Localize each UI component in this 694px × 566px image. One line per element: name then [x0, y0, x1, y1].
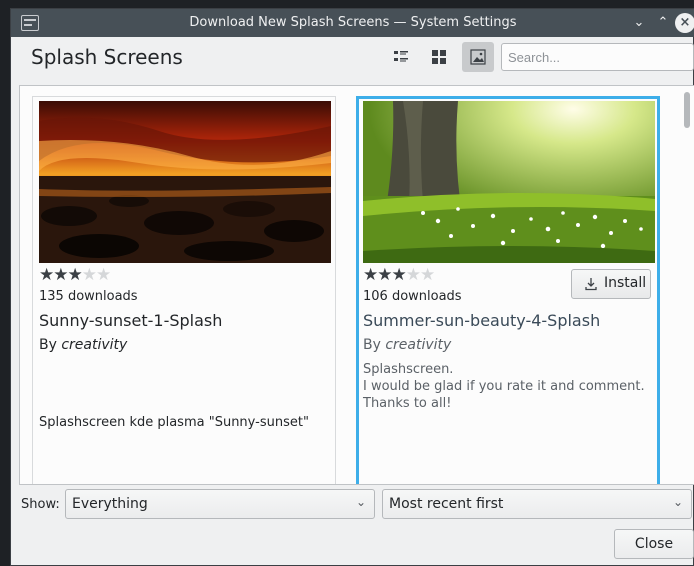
settings-window: Download New Splash Screens — System Set…	[10, 8, 694, 566]
image-preview-icon	[470, 49, 486, 65]
item-author: By creativity	[39, 337, 128, 353]
search-input[interactable]	[501, 43, 694, 71]
star-empty-icon: ★	[96, 265, 111, 285]
star-filled-icon: ★	[53, 265, 68, 285]
item-card-selected[interactable]: ★★★★★ Install 106 downloads Summer-sun-b…	[356, 96, 660, 484]
sort-dropdown[interactable]: Most recent first ⌄	[382, 489, 692, 519]
description-line: Splashscreen.	[363, 362, 454, 377]
download-count: 135 downloads	[39, 289, 138, 304]
star-empty-icon: ★	[81, 265, 97, 285]
download-icon	[585, 278, 597, 291]
description-line: Thanks to all!	[363, 396, 452, 411]
detail-list-view-button[interactable]	[385, 42, 417, 72]
star-empty-icon: ★	[420, 265, 435, 285]
preview-image[interactable]	[39, 101, 331, 263]
preview-image[interactable]	[363, 101, 655, 263]
close-button[interactable]: Close	[614, 529, 694, 559]
item-grid[interactable]: ★★★★★ 135 downloads Sunny-sunset-1-Splas…	[19, 85, 694, 485]
star-filled-icon: ★	[377, 265, 392, 285]
show-label: Show:	[21, 497, 60, 512]
star-filled-icon: ★	[391, 265, 407, 285]
star-empty-icon: ★	[405, 265, 421, 285]
image-preview-view-button[interactable]	[462, 42, 494, 72]
page-title: Splash Screens	[31, 45, 183, 69]
filter-dropdown-value: Everything	[72, 496, 148, 512]
star-filled-icon: ★	[39, 265, 54, 285]
star-rating: ★★★★★	[363, 265, 435, 285]
item-author: By creativity	[363, 337, 452, 353]
tile-grid-view-button[interactable]	[423, 42, 455, 72]
detail-list-icon	[394, 51, 408, 62]
tile-grid-icon	[432, 50, 446, 64]
download-count: 106 downloads	[363, 289, 462, 304]
install-button-label: Install	[604, 275, 647, 291]
vertical-scrollbar[interactable]	[680, 86, 694, 484]
description-line: I would be glad if you rate it and comme…	[363, 379, 645, 394]
filter-dropdown[interactable]: Everything ⌄	[65, 489, 375, 519]
item-card[interactable]: ★★★★★ 135 downloads Sunny-sunset-1-Splas…	[32, 96, 336, 484]
minimize-button[interactable]: ⌄	[629, 13, 649, 33]
item-description: Splashscreen kde plasma "Sunny-sunset"	[39, 415, 309, 430]
install-button[interactable]: Install	[571, 269, 651, 299]
close-window-button[interactable]: ×	[675, 13, 694, 33]
maximize-button[interactable]: ⌃	[653, 13, 673, 33]
window-title: Download New Splash Screens — System Set…	[189, 15, 517, 30]
title-bar[interactable]: Download New Splash Screens — System Set…	[11, 9, 694, 37]
star-filled-icon: ★	[67, 265, 83, 285]
star-filled-icon: ★	[363, 265, 378, 285]
star-rating: ★★★★★	[39, 265, 111, 285]
chevron-down-icon: ⌄	[355, 495, 366, 509]
item-name: Sunny-sunset-1-Splash	[39, 311, 223, 330]
item-description: Splashscreen. I would be glad if you rat…	[363, 361, 653, 412]
scrollbar-handle[interactable]	[684, 92, 690, 128]
sort-dropdown-value: Most recent first	[389, 496, 504, 512]
header-bar: Splash Screens	[11, 37, 694, 81]
item-name: Summer-sun-beauty-4-Splash	[363, 311, 601, 330]
chevron-down-icon: ⌄	[672, 495, 683, 509]
